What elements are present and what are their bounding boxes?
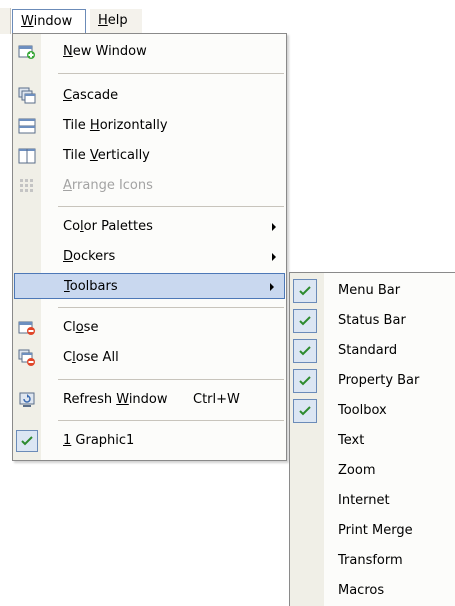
toolbar-item-macros[interactable]: Macros (290, 575, 454, 605)
toolbar-item-label: Standard (338, 343, 398, 358)
arrange-icons-icon (18, 177, 36, 195)
menu-item-cascade[interactable]: Cascade (13, 83, 286, 109)
toolbar-item-standard[interactable]: Standard (290, 335, 454, 365)
menu-separator (58, 307, 284, 308)
toolbar-item-label: Toolbox (338, 403, 387, 418)
toolbar-item-label: Transform (338, 553, 403, 568)
close-all-icon (18, 349, 36, 367)
checkmark-icon (293, 399, 317, 423)
toolbar-item-label: Macros (338, 583, 385, 598)
menu-window[interactable]: Window (12, 9, 86, 34)
menu-item-close-all[interactable]: Close All (13, 345, 286, 371)
menubar-edge (0, 8, 11, 34)
menu-item-dockers[interactable]: Dockers (13, 244, 286, 270)
checkmark-icon (293, 339, 317, 363)
checkmark-icon (293, 309, 317, 333)
toolbar-item-property-bar[interactable]: Property Bar (290, 365, 454, 395)
menu-separator (58, 379, 284, 380)
menu-help[interactable]: Help (90, 9, 142, 34)
menu-separator (58, 206, 284, 207)
toolbar-item-toolbox[interactable]: Toolbox (290, 395, 454, 425)
toolbar-item-zoom[interactable]: Zoom (290, 455, 454, 485)
new-window-icon (18, 43, 36, 61)
menu-item-close[interactable]: Close (13, 315, 286, 341)
toolbar-item-print-merge[interactable]: Print Merge (290, 515, 454, 545)
toolbar-item-text[interactable]: Text (290, 425, 454, 455)
checkmark-icon (16, 430, 38, 452)
menu-item-color-palettes[interactable]: Color Palettes (13, 214, 286, 240)
toolbar-item-internet[interactable]: Internet (290, 485, 454, 515)
submenu-arrow-icon (270, 283, 274, 291)
checkmark-icon (293, 279, 317, 303)
toolbars-submenu: Menu Bar Status Bar Standard Property Bar To… (289, 272, 455, 606)
toolbar-item-label: Property Bar (338, 373, 420, 388)
menu-bar: Window Help (0, 0, 455, 34)
menu-separator (58, 420, 284, 421)
menu-item-new-window[interactable]: New Window (13, 39, 286, 65)
menu-item-graphic1[interactable]: 1 Graphic1 (13, 428, 286, 454)
toolbar-item-menu-bar[interactable]: Menu Bar (290, 275, 454, 305)
cascade-icon (18, 87, 36, 105)
tile-horizontally-icon (18, 117, 36, 135)
toolbar-item-label: Zoom (338, 463, 376, 478)
toolbar-item-label: Menu Bar (338, 283, 401, 298)
toolbar-item-label: Text (338, 433, 365, 448)
menu-item-tile-vertically[interactable]: Tile Vertically (13, 143, 286, 169)
menu-separator (58, 73, 284, 74)
toolbar-item-status-bar[interactable]: Status Bar (290, 305, 454, 335)
submenu-arrow-icon (272, 223, 276, 231)
menu-item-tile-horizontally[interactable]: Tile Horizontally (13, 113, 286, 139)
checkmark-icon (293, 369, 317, 393)
menu-item-arrange-icons: Arrange Icons (13, 173, 286, 199)
close-window-icon (18, 319, 36, 337)
tile-vertically-icon (18, 147, 36, 165)
toolbar-item-label: Status Bar (338, 313, 406, 328)
refresh-window-icon (18, 391, 36, 409)
menu-item-refresh-window[interactable]: Refresh Window Ctrl+W (13, 387, 286, 413)
submenu-arrow-icon (272, 253, 276, 261)
menu-item-toolbars[interactable]: Toolbars (14, 273, 285, 299)
toolbar-item-transform[interactable]: Transform (290, 545, 454, 575)
refresh-shortcut: Ctrl+W (193, 392, 240, 407)
toolbar-item-label: Internet (338, 493, 390, 508)
window-menu-dropdown: New Window Cascade Tile Horizontally Til… (12, 33, 287, 461)
toolbar-item-label: Print Merge (338, 523, 413, 538)
